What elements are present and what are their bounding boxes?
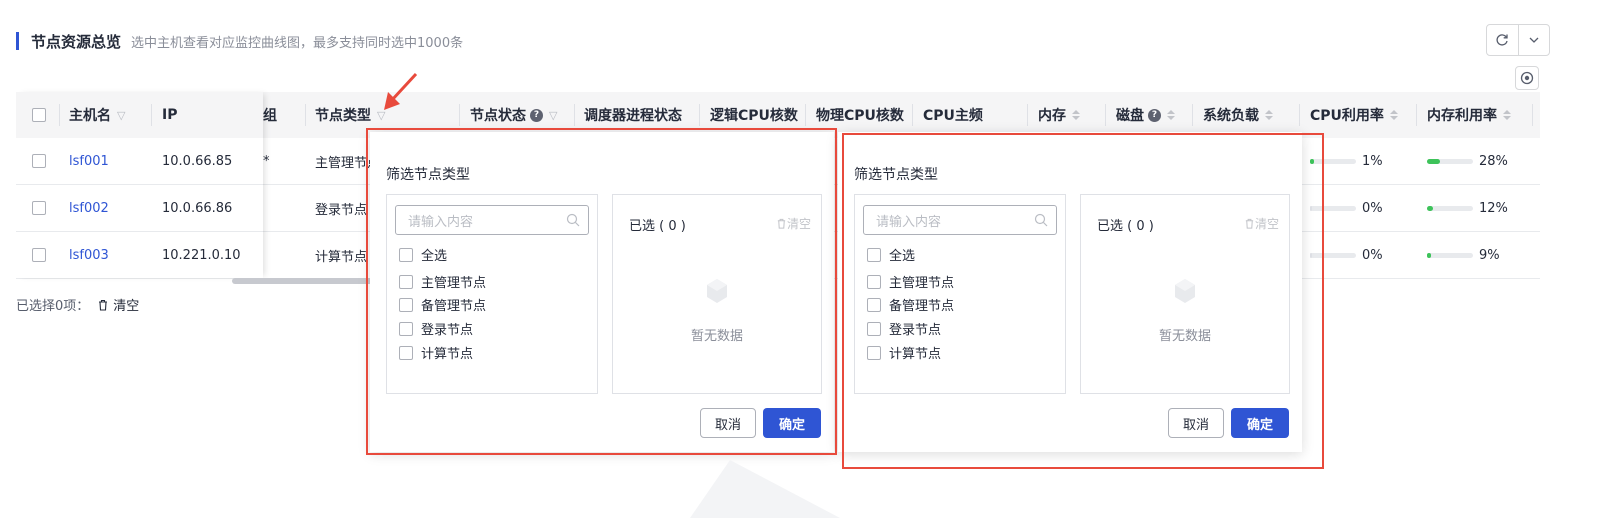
selected-count: 已选 ( 0 ) <box>629 219 686 234</box>
selected-count: 已选 ( 0 ) <box>1097 219 1154 234</box>
col-group: 组 <box>263 108 277 124</box>
selection-count: 已选择0项： <box>16 299 90 314</box>
option-item[interactable]: 计算节点 <box>399 343 473 362</box>
trash-icon <box>777 218 786 229</box>
sort-icon[interactable] <box>1389 110 1398 120</box>
annotation-arrow-icon <box>384 72 418 110</box>
hostname-link[interactable]: lsf001 <box>69 138 109 184</box>
option-item[interactable]: 登录节点 <box>399 319 473 338</box>
group-cell: * <box>263 153 270 169</box>
node-type-cell: 计算节点 <box>315 249 368 265</box>
search-input[interactable]: 请输入内容 <box>395 205 589 235</box>
help-icon: ? <box>1148 108 1161 122</box>
refresh-button[interactable] <box>1487 25 1518 55</box>
filter-icon[interactable]: ▽ <box>549 109 557 122</box>
page-subtitle: 选中主机查看对应监控曲线图，最多支持同时选中1000条 <box>131 35 464 51</box>
title-accent-bar <box>16 32 19 50</box>
refresh-icon <box>1496 34 1509 46</box>
mem-usage-cell: 28% <box>1427 138 1508 184</box>
mem-usage-bar <box>1427 252 1432 258</box>
node-type-cell: 登录节点 <box>315 202 368 218</box>
row-checkbox[interactable] <box>32 232 46 278</box>
clear-selected-button[interactable]: 清空 <box>1244 215 1279 232</box>
sort-icon[interactable] <box>1265 110 1273 120</box>
cancel-button[interactable]: 取消 <box>700 408 756 438</box>
selection-footer: 已选择0项： 清空 <box>16 295 139 314</box>
ip-cell: 10.0.66.86 <box>162 200 233 216</box>
option-list-box: 请输入内容 全选 主管理节点 备管理节点 登录节点 计算节点 <box>386 194 598 394</box>
empty-data-icon <box>707 279 727 303</box>
refresh-button-group <box>1486 24 1550 56</box>
cpu-usage-bar <box>1310 158 1314 164</box>
confirm-button[interactable]: 确定 <box>1231 408 1289 438</box>
filter-icon[interactable]: ▽ <box>117 109 125 122</box>
option-item[interactable]: 主管理节点 <box>399 272 486 291</box>
col-mem-usage[interactable]: 内存利用率 <box>1427 92 1511 138</box>
selected-list-box: 已选 ( 0 ) 清空 暂无数据 <box>612 194 822 394</box>
search-icon <box>1034 213 1048 227</box>
ip-cell: 10.221.0.10 <box>162 247 241 263</box>
select-all-checkbox[interactable] <box>32 92 46 138</box>
col-hostname[interactable]: 主机名 ▽ <box>69 92 125 138</box>
option-list-box: 请输入内容 全选 主管理节点 备管理节点 登录节点 计算节点 <box>854 194 1066 394</box>
confirm-button[interactable]: 确定 <box>763 408 821 438</box>
cpu-usage-cell: 0% <box>1310 232 1383 278</box>
search-icon <box>566 213 580 227</box>
option-item[interactable]: 备管理节点 <box>399 295 486 314</box>
gear-icon <box>1520 71 1534 85</box>
horizontal-scrollbar[interactable] <box>232 278 392 284</box>
select-all-option[interactable]: 全选 <box>867 245 915 264</box>
column-settings-button[interactable] <box>1515 66 1539 90</box>
option-item[interactable]: 登录节点 <box>867 319 941 338</box>
selected-list-box: 已选 ( 0 ) 清空 暂无数据 <box>1080 194 1290 394</box>
ip-cell: 10.0.66.85 <box>162 153 233 169</box>
filter-panel-title: 筛选节点类型 <box>854 167 938 183</box>
option-item[interactable]: 备管理节点 <box>867 295 954 314</box>
row-checkbox[interactable] <box>32 185 46 231</box>
sort-icon[interactable] <box>1167 110 1175 120</box>
search-input[interactable]: 请输入内容 <box>863 205 1057 235</box>
filter-panel-title: 筛选节点类型 <box>386 167 470 183</box>
background-watermark-shape <box>690 460 840 518</box>
select-all-option[interactable]: 全选 <box>399 245 447 264</box>
option-item[interactable]: 主管理节点 <box>867 272 954 291</box>
hostname-link[interactable]: lsf002 <box>69 185 109 231</box>
cpu-usage-bar <box>1310 205 1312 211</box>
option-item[interactable]: 计算节点 <box>867 343 941 362</box>
mem-usage-cell: 12% <box>1427 185 1508 231</box>
chevron-down-icon <box>1529 37 1539 43</box>
mem-usage-cell: 9% <box>1427 232 1500 278</box>
trash-icon <box>99 299 108 311</box>
sort-icon[interactable] <box>1503 110 1511 120</box>
cpu-usage-cell: 0% <box>1310 185 1383 231</box>
clear-selected-button[interactable]: 清空 <box>776 215 811 232</box>
filter-panel: 筛选节点类型 请输入内容 全选 主管理节点 备管理节点 登录节点 计算节点 已选… <box>838 132 1302 452</box>
empty-data-text: 暂无数据 <box>1158 329 1211 344</box>
empty-data-icon <box>1175 279 1195 303</box>
sort-icon[interactable] <box>1072 110 1080 120</box>
help-icon: ? <box>530 108 543 122</box>
empty-data-text: 暂无数据 <box>690 329 743 344</box>
page-header: 节点资源总览 选中主机查看对应监控曲线图，最多支持同时选中1000条 <box>16 30 463 52</box>
cpu-usage-bar <box>1310 252 1312 258</box>
clear-selection-button[interactable]: 清空 <box>97 295 139 314</box>
cancel-button[interactable]: 取消 <box>1168 408 1224 438</box>
col-ip: IP <box>162 107 178 123</box>
cpu-usage-cell: 1% <box>1310 138 1383 184</box>
refresh-dropdown-button[interactable] <box>1517 25 1549 55</box>
col-cpu-usage[interactable]: CPU利用率 <box>1310 92 1398 138</box>
mem-usage-bar <box>1427 205 1433 211</box>
page-title: 节点资源总览 <box>31 32 122 51</box>
row-checkbox[interactable] <box>32 138 46 184</box>
trash-icon <box>1245 218 1254 229</box>
mem-usage-bar <box>1427 158 1440 164</box>
hostname-link[interactable]: lsf003 <box>69 232 109 278</box>
filter-panel: 筛选节点类型 请输入内容 全选 主管理节点 备管理节点 登录节点 计算节点 已选… <box>370 132 834 452</box>
